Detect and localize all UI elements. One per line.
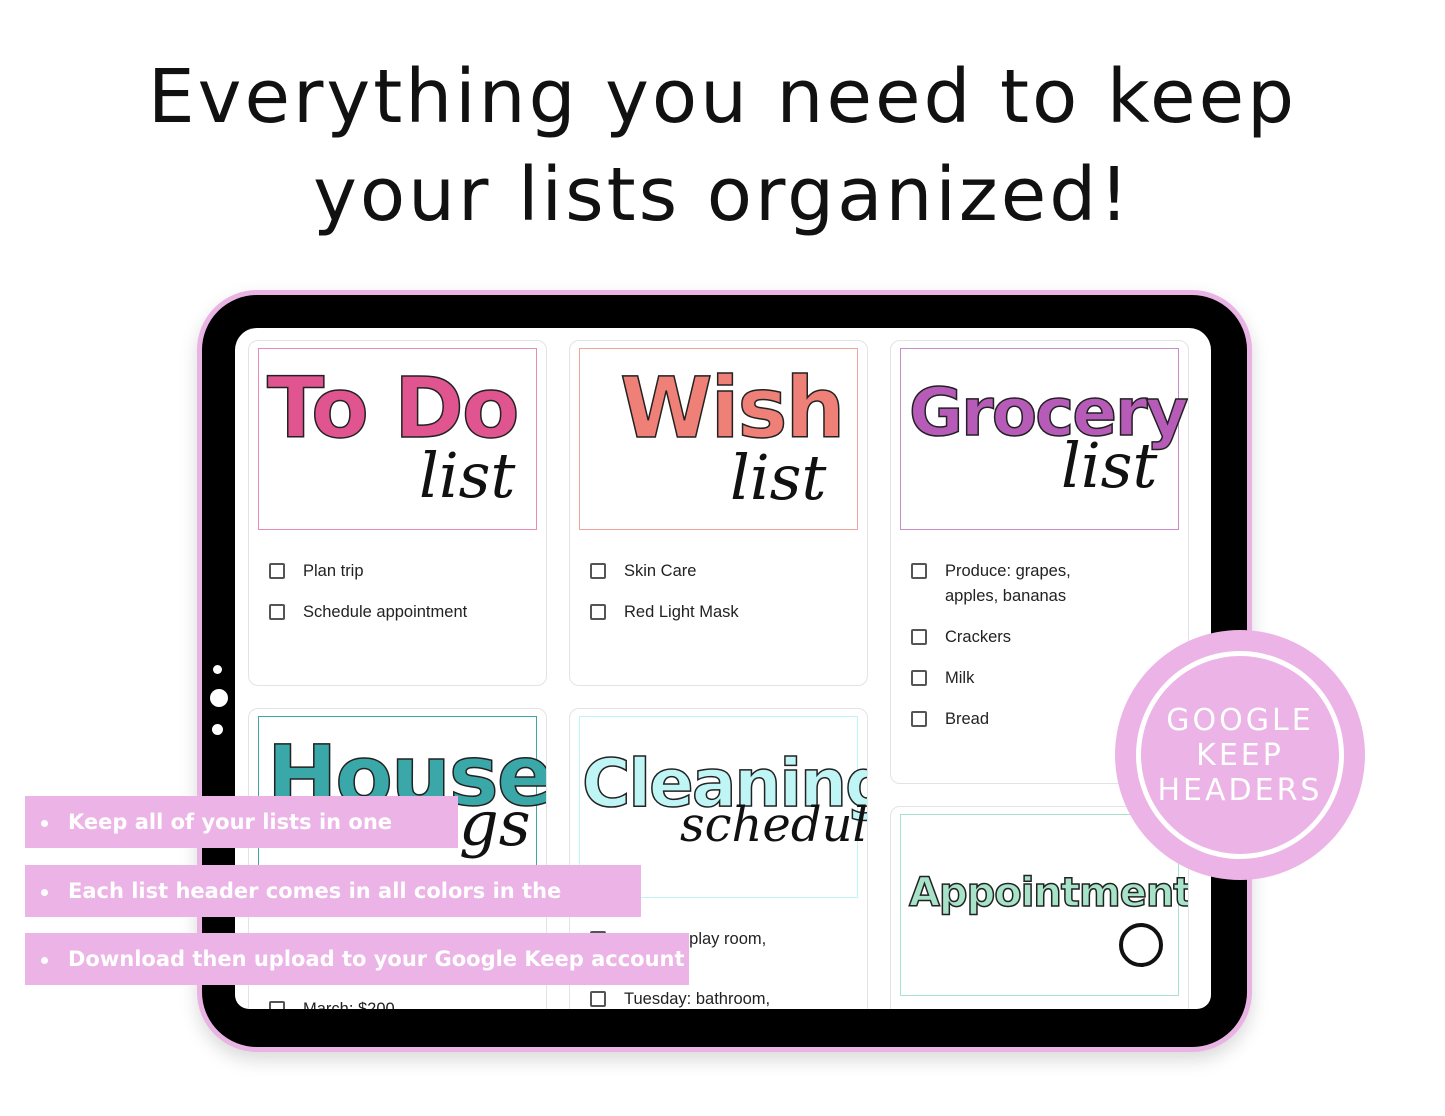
headline-line-1: Everything you need to keep <box>147 54 1298 140</box>
bullet-icon <box>41 819 48 827</box>
header-image-todo: To Do list <box>258 348 537 530</box>
google-keep-headers-badge: GOOGLE KEEP HEADERS <box>1115 630 1365 880</box>
list-item[interactable]: Tuesday: bathroom, <box>590 987 770 1009</box>
header-image-wish: Wish list <box>579 348 858 530</box>
feature-banner-1: Keep all of your lists in one place <box>25 796 458 886</box>
list-item[interactable]: March: $200 <box>269 997 395 1009</box>
badge-line-2: KEEP <box>1196 737 1284 773</box>
header-image-appointments: Appointments <box>900 814 1188 996</box>
bullet-icon <box>41 888 48 896</box>
checkbox[interactable] <box>269 1001 285 1009</box>
feature-banner-2: Each list header comes in all colors in … <box>25 865 641 955</box>
banner-text: Download then upload to your Google Keep… <box>68 947 685 971</box>
header-script: list <box>419 439 516 512</box>
sensor-dot-icon <box>212 724 223 735</box>
header-script: schedule <box>680 797 868 853</box>
headline: Everything you need to keep your lists o… <box>0 48 1445 244</box>
item-text: Tuesday: bathroom, <box>624 990 771 1008</box>
item-text: Crackers <box>945 628 1012 646</box>
list-item[interactable]: Crackers <box>911 625 1111 650</box>
header-image-grocery: Grocery list <box>900 348 1188 530</box>
checkbox[interactable] <box>911 670 927 686</box>
header-script: gs <box>459 787 531 860</box>
list-item[interactable]: Schedule appointment <box>269 600 467 625</box>
item-text: Produce: grapes, apples, bananas <box>945 562 1071 605</box>
checkbox[interactable] <box>269 604 285 620</box>
item-text: Schedule appointment <box>303 603 468 621</box>
list-item[interactable]: Skin Care <box>590 559 739 584</box>
checkbox[interactable] <box>590 991 606 1007</box>
camera-dot-icon <box>213 665 222 674</box>
checkbox[interactable] <box>269 563 285 579</box>
header-script: list <box>730 441 827 514</box>
note-card-wish[interactable]: Wish list Skin Care Red Light Mask <box>569 340 868 686</box>
list-item[interactable]: Milk <box>911 666 1111 691</box>
checkbox[interactable] <box>911 563 927 579</box>
checkbox[interactable] <box>911 711 927 727</box>
checkbox[interactable] <box>911 629 927 645</box>
item-text: Red Light Mask <box>624 603 739 621</box>
note-card-appointments[interactable]: Appointments <box>890 806 1189 1009</box>
header-title: Appointments <box>908 869 1189 917</box>
note-card-todo[interactable]: To Do list Plan trip Schedule appointmen… <box>248 340 547 686</box>
list-item[interactable]: Plan trip <box>269 559 467 584</box>
item-text: Plan trip <box>303 562 364 580</box>
badge-line-3: HEADERS <box>1157 772 1323 808</box>
item-text: Milk <box>945 669 975 687</box>
alarm-clock-icon <box>1119 923 1163 967</box>
feature-banner-3: Download then upload to your Google Keep… <box>25 933 689 985</box>
list-item[interactable]: Produce: grapes, apples, bananas <box>911 559 1111 609</box>
item-text: Bread <box>945 710 990 728</box>
checkbox[interactable] <box>590 604 606 620</box>
header-script: list <box>1061 429 1158 502</box>
list-item[interactable]: Red Light Mask <box>590 600 739 625</box>
badge-line-1: GOOGLE <box>1166 702 1314 738</box>
checkbox[interactable] <box>590 563 606 579</box>
item-text: Skin Care <box>624 562 697 580</box>
headline-line-2: your lists organized! <box>313 152 1132 238</box>
bullet-icon <box>41 956 48 964</box>
item-text: March: $200 <box>303 1000 395 1009</box>
camera-lens-icon <box>210 689 228 707</box>
list-item[interactable]: Bread <box>911 707 1111 732</box>
